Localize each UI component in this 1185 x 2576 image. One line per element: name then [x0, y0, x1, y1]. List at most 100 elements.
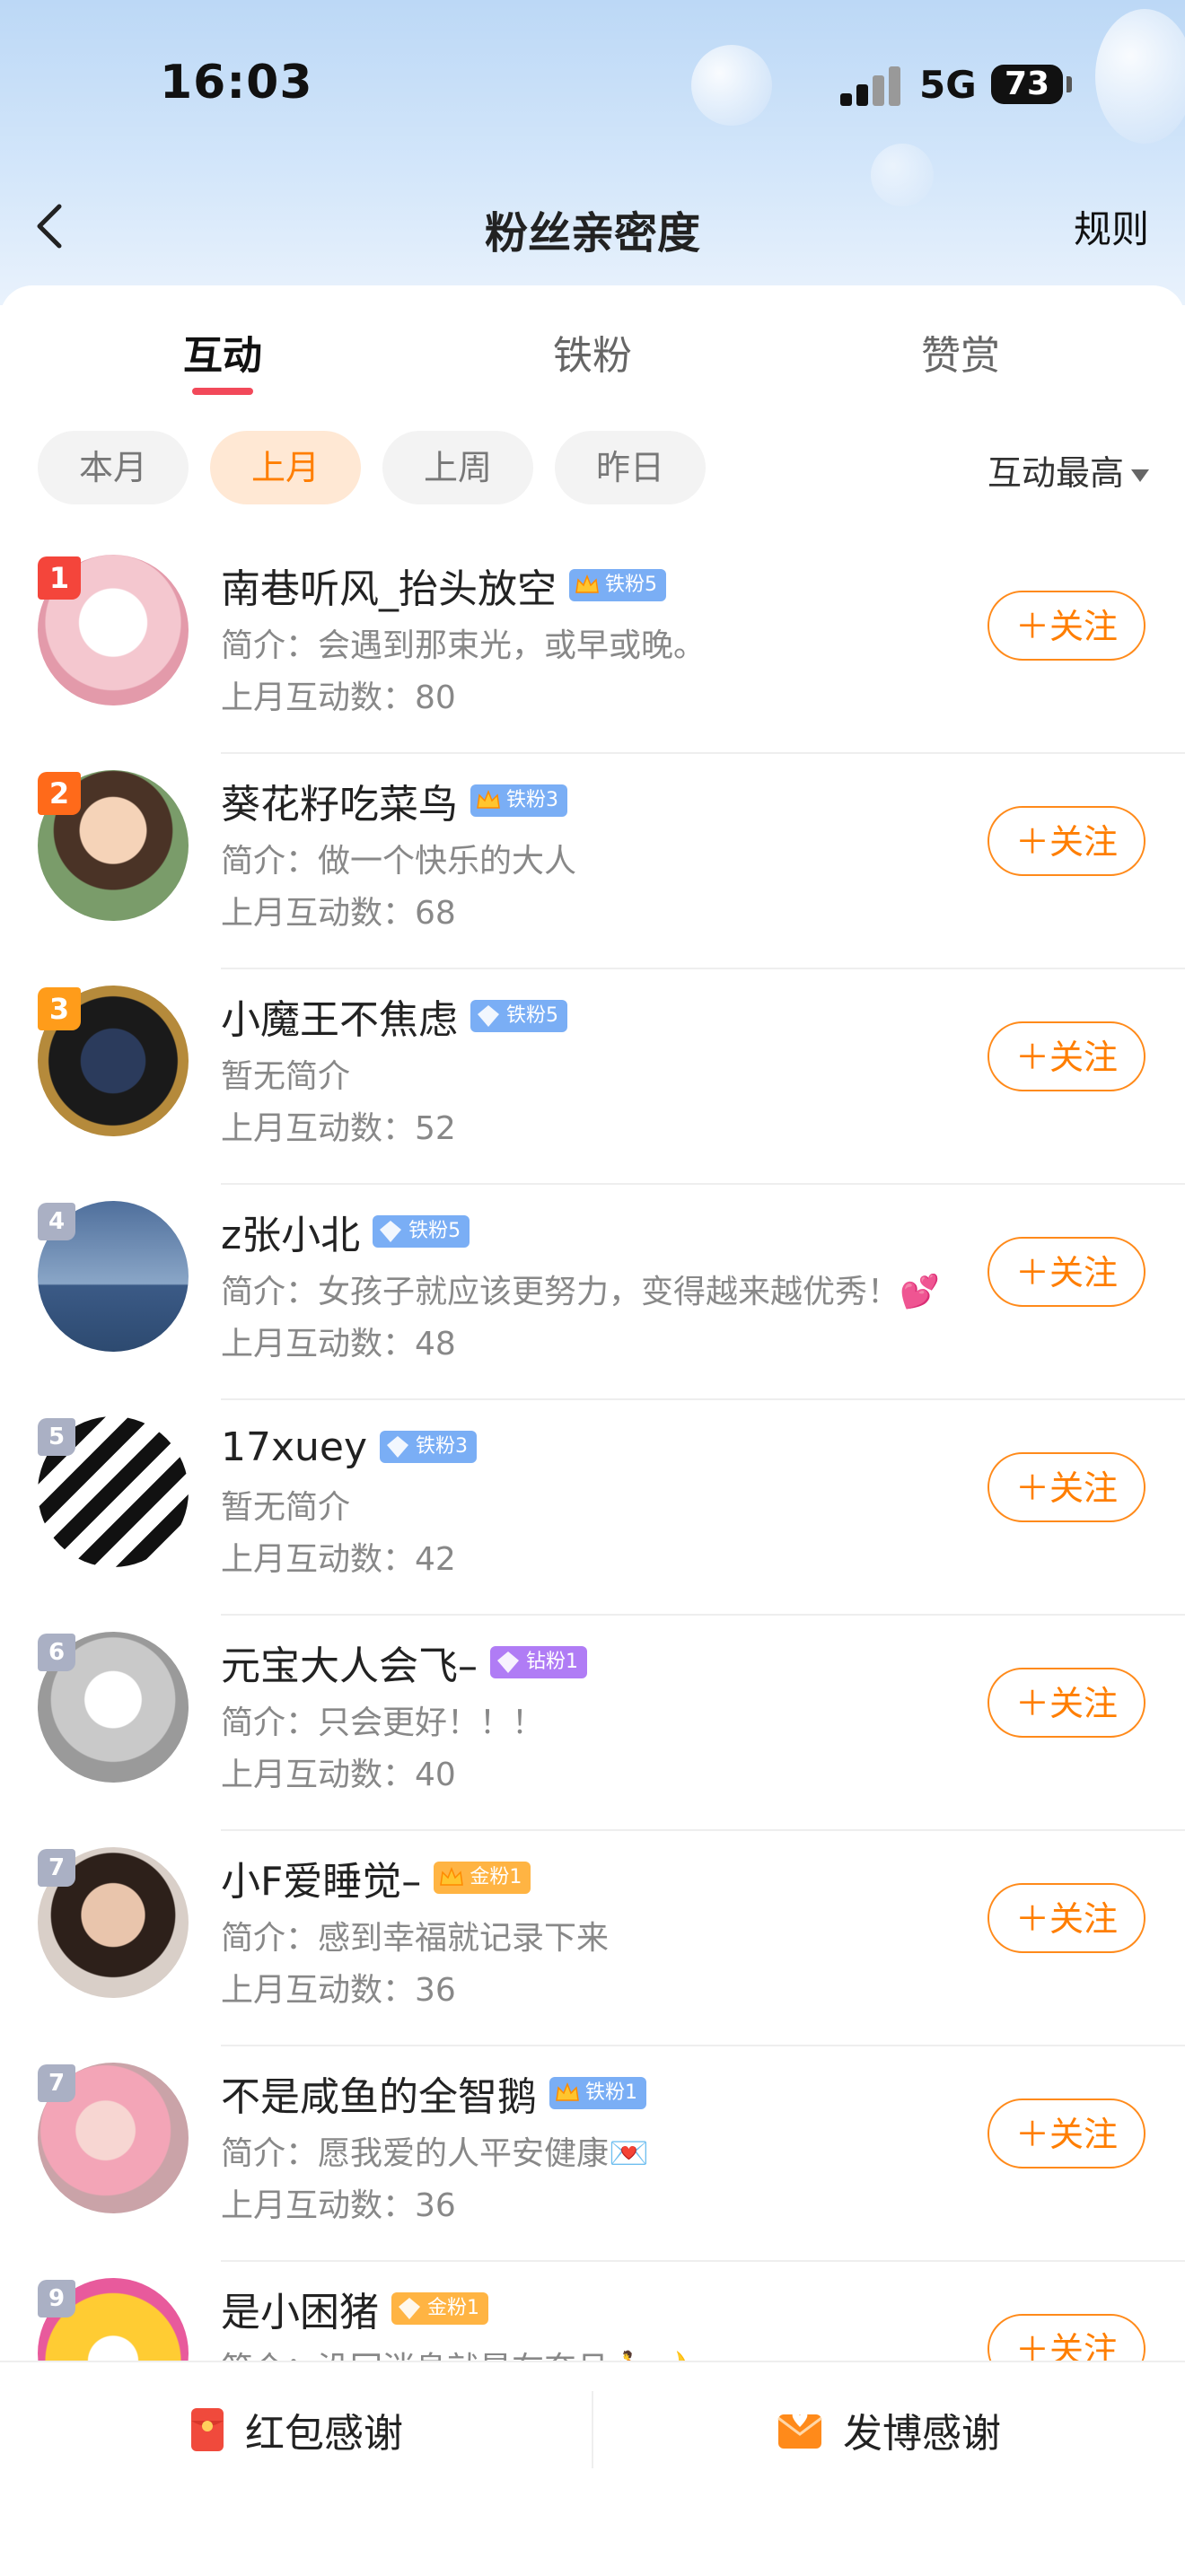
rank-badge: 2	[38, 772, 81, 815]
red-packet-thanks-button[interactable]: 红包感谢	[0, 2362, 592, 2497]
fan-name[interactable]: 元宝大人会飞–	[221, 1634, 478, 1691]
follow-button[interactable]: ＋关注	[988, 2098, 1146, 2169]
diamond-icon	[399, 2298, 420, 2319]
fan-bio: 简介：女孩子就应该更努力，变得越来越优秀！💕	[221, 1274, 940, 1310]
fan-name[interactable]: 小魔王不焦虑	[221, 987, 458, 1045]
fan-level-badge: 铁粉5	[373, 1215, 470, 1248]
fan-bio: 简介：会遇到那束光，或早或晚。	[221, 627, 707, 664]
fan-name[interactable]: 小F爱睡觉–	[221, 1849, 421, 1906]
diamond-icon	[478, 1005, 499, 1027]
follow-button[interactable]: ＋关注	[988, 1237, 1146, 1307]
diamond-icon	[380, 1221, 402, 1242]
fan-bio: 暂无简介	[221, 1489, 351, 1526]
diamond-icon	[387, 1436, 409, 1458]
fan-row[interactable]: 7 小F爱睡觉– 金粉1 简介：感到幸福就记录下来 上月互动数：36 ＋关注	[0, 1831, 1185, 2046]
badge-label: 铁粉5	[506, 1004, 558, 1027]
fan-name[interactable]: z张小北	[221, 1203, 360, 1260]
fan-bio: 简介：愿我爱的人平安健康💌	[221, 2135, 649, 2172]
red-packet-icon	[191, 2408, 224, 2451]
crown-icon	[477, 789, 500, 809]
badge-label: 金粉1	[470, 1866, 522, 1888]
signal-icon	[840, 65, 903, 106]
fan-name[interactable]: 葵花籽吃菜鸟	[221, 772, 458, 829]
badge-label: 钻粉1	[526, 1651, 578, 1673]
follow-button[interactable]: ＋关注	[988, 806, 1146, 876]
follow-button[interactable]: ＋关注	[988, 1021, 1146, 1091]
fan-row[interactable]: 7 不是咸鱼的全智鹅 铁粉1 简介：愿我爱的人平安健康💌 上月互动数：36 ＋关注	[0, 2046, 1185, 2262]
name-line: 小魔王不焦虑 铁粉5	[221, 989, 567, 1043]
follow-button[interactable]: ＋关注	[988, 1452, 1146, 1522]
rank-badge: 7	[38, 2064, 75, 2102]
envelope-heart-icon	[777, 2413, 822, 2449]
fan-row[interactable]: 5 17xuey 铁粉3 暂无简介上月互动数：42 ＋关注	[0, 1400, 1185, 1616]
interaction-count: 上月互动数：52	[221, 1110, 456, 1147]
name-line: 17xuey 铁粉3	[221, 1420, 478, 1474]
filter-this-month[interactable]: 本月	[38, 431, 189, 504]
sort-dropdown[interactable]: 互动最高	[988, 445, 1149, 495]
rank-badge: 7	[38, 1849, 75, 1887]
rank-badge: 3	[38, 987, 81, 1030]
fan-name[interactable]: 17xuey	[221, 1424, 367, 1470]
crown-icon	[556, 2081, 579, 2101]
rank-badge: 6	[38, 1634, 75, 1671]
name-line: 小F爱睡觉– 金粉1	[221, 1851, 531, 1905]
rank-badge: 9	[38, 2280, 75, 2318]
fan-name[interactable]: 是小困猪	[221, 2280, 379, 2337]
battery-icon: 73	[991, 65, 1063, 104]
badge-label: 铁粉1	[585, 2081, 637, 2104]
crown-icon	[575, 574, 599, 593]
fan-bio: 简介：做一个快乐的大人	[221, 843, 577, 880]
fan-bio: 暂无简介	[221, 1058, 351, 1095]
red-packet-thanks-label: 红包感谢	[245, 2411, 403, 2457]
fan-level-badge: 铁粉3	[380, 1431, 478, 1463]
interaction-count: 上月互动数：48	[221, 1326, 456, 1362]
interaction-count: 上月互动数：42	[221, 1541, 456, 1578]
name-line: 南巷听风_抬头放空 铁粉5	[221, 558, 666, 612]
fan-row[interactable]: 1 南巷听风_抬头放空 铁粉5 简介：会遇到那束光，或早或晚。 上月互动数：80 ＋关注	[0, 539, 1185, 754]
diamond-icon	[497, 1652, 519, 1673]
fan-name[interactable]: 不是咸鱼的全智鹅	[221, 2064, 537, 2122]
chevron-down-icon	[1131, 469, 1149, 482]
fan-level-badge: 金粉1	[434, 1862, 531, 1894]
post-thanks-label: 发博感谢	[843, 2411, 1001, 2457]
fan-level-badge: 金粉1	[391, 2292, 488, 2325]
follow-button[interactable]: ＋关注	[988, 1668, 1146, 1738]
post-thanks-button[interactable]: 发博感谢	[592, 2362, 1185, 2497]
bubble-decoration	[1095, 9, 1185, 144]
fan-row[interactable]: 2 葵花籽吃菜鸟 铁粉3 简介：做一个快乐的大人 上月互动数：68 ＋关注	[0, 754, 1185, 969]
rank-badge: 5	[38, 1418, 75, 1456]
fan-name[interactable]: 南巷听风_抬头放空	[221, 556, 557, 614]
name-line: 元宝大人会飞– 钻粉1	[221, 1635, 587, 1689]
fan-bio: 简介：只会更好！！！	[221, 1704, 545, 1741]
follow-button[interactable]: ＋关注	[988, 591, 1146, 661]
tab-reward[interactable]: 赞赏	[853, 323, 1068, 381]
rank-badge: 1	[38, 556, 81, 600]
interaction-count: 上月互动数：80	[221, 679, 456, 716]
fan-row[interactable]: 3 小魔王不焦虑 铁粉5 暂无简介上月互动数：52 ＋关注	[0, 969, 1185, 1185]
fan-level-badge: 钻粉1	[490, 1646, 587, 1678]
interaction-count: 上月互动数：40	[221, 1757, 456, 1793]
bubble-decoration	[691, 45, 772, 126]
badge-label: 铁粉5	[605, 574, 657, 596]
fan-level-badge: 铁粉3	[470, 784, 567, 817]
tab-underline	[192, 388, 253, 395]
network-label: 5G	[919, 63, 977, 107]
filter-yesterday[interactable]: 昨日	[555, 431, 706, 504]
fan-row[interactable]: 4 z张小北 铁粉5 简介：女孩子就应该更努力，变得越来越优秀！💕 上月互动数：48 ＋关…	[0, 1185, 1185, 1400]
fan-level-badge: 铁粉5	[569, 569, 666, 601]
tab-iron-fans[interactable]: 铁粉	[485, 323, 700, 381]
rules-link[interactable]: 规则	[1074, 199, 1149, 254]
name-line: z张小北 铁粉5	[221, 1205, 470, 1258]
fan-level-badge: 铁粉1	[549, 2077, 646, 2109]
fan-row[interactable]: 6 元宝大人会飞– 钻粉1 简介：只会更好！！！ 上月互动数：40 ＋关注	[0, 1616, 1185, 1831]
badge-label: 铁粉3	[416, 1435, 469, 1458]
rank-badge: 4	[38, 1203, 75, 1240]
follow-button[interactable]: ＋关注	[988, 1883, 1146, 1953]
filter-last-week[interactable]: 上周	[382, 431, 533, 504]
tab-interaction[interactable]: 互动	[115, 323, 330, 381]
interaction-count: 上月互动数：68	[221, 895, 456, 932]
filter-last-month[interactable]: 上月	[210, 431, 361, 504]
badge-label: 铁粉5	[408, 1220, 461, 1242]
name-line: 葵花籽吃菜鸟 铁粉3	[221, 774, 567, 828]
fan-bio: 简介：感到幸福就记录下来	[221, 1920, 610, 1957]
